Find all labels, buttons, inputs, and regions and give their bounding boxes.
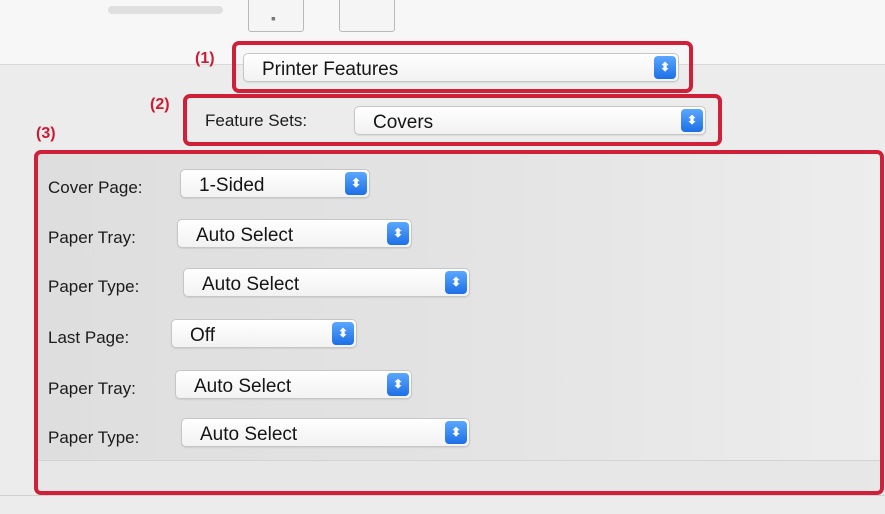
paper-tray-label-last: Paper Tray: bbox=[48, 379, 136, 398]
last-page-value: Off bbox=[190, 325, 215, 346]
paper-tray-popup[interactable]: Auto Select ⬍ bbox=[177, 219, 412, 248]
panel-footer bbox=[38, 460, 880, 491]
up-down-chevron-icon: ⬍ bbox=[654, 56, 676, 79]
layout-mark-icon: ▪ bbox=[271, 10, 276, 26]
printer-features-value: Printer Features bbox=[262, 59, 399, 80]
bottom-divider bbox=[0, 495, 885, 496]
feature-sets-label: Feature Sets: bbox=[205, 111, 308, 130]
callout-3: (3) bbox=[36, 125, 56, 142]
paper-type-last-value: Auto Select bbox=[200, 424, 298, 445]
feature-sets-value: Covers bbox=[373, 112, 434, 133]
paper-tray-last-value: Auto Select bbox=[194, 376, 292, 397]
paper-type-value: Auto Select bbox=[202, 274, 300, 295]
last-page-label: Last Page: bbox=[48, 328, 130, 347]
covers-settings-panel: Cover Page: 1-Sided ⬍ Paper Tray: Auto S… bbox=[34, 150, 884, 495]
up-down-chevron-icon: ⬍ bbox=[332, 322, 354, 345]
up-down-chevron-icon: ⬍ bbox=[387, 222, 409, 245]
paper-type-label: Paper Type: bbox=[48, 277, 140, 296]
paper-type-popup[interactable]: Auto Select ⬍ bbox=[183, 268, 470, 297]
paper-type-label-last: Paper Type: bbox=[48, 428, 140, 447]
callout-2: (2) bbox=[150, 96, 170, 113]
up-down-chevron-icon: ⬍ bbox=[681, 109, 703, 132]
page-layout-thumbnail-alt[interactable] bbox=[339, 0, 395, 32]
up-down-chevron-icon: ⬍ bbox=[445, 421, 467, 444]
blurred-toolbar-text bbox=[108, 6, 223, 14]
last-page-popup[interactable]: Off ⬍ bbox=[171, 319, 357, 348]
feature-sets-popup[interactable]: Covers ⬍ bbox=[354, 106, 706, 135]
cover-page-value: 1-Sided bbox=[199, 175, 265, 196]
paper-tray-popup-last[interactable]: Auto Select ⬍ bbox=[175, 370, 412, 399]
cover-page-popup[interactable]: 1-Sided ⬍ bbox=[180, 169, 370, 198]
paper-type-popup-last[interactable]: Auto Select ⬍ bbox=[181, 418, 470, 447]
callout-1: (1) bbox=[195, 50, 215, 67]
page-layout-thumbnail[interactable]: ▪ bbox=[248, 0, 304, 32]
up-down-chevron-icon: ⬍ bbox=[387, 373, 409, 396]
up-down-chevron-icon: ⬍ bbox=[445, 271, 467, 294]
cover-page-label: Cover Page: bbox=[48, 178, 143, 197]
paper-tray-value: Auto Select bbox=[196, 225, 294, 246]
paper-tray-label: Paper Tray: bbox=[48, 228, 136, 247]
up-down-chevron-icon: ⬍ bbox=[345, 172, 367, 195]
printer-features-popup[interactable]: Printer Features ⬍ bbox=[243, 53, 679, 82]
